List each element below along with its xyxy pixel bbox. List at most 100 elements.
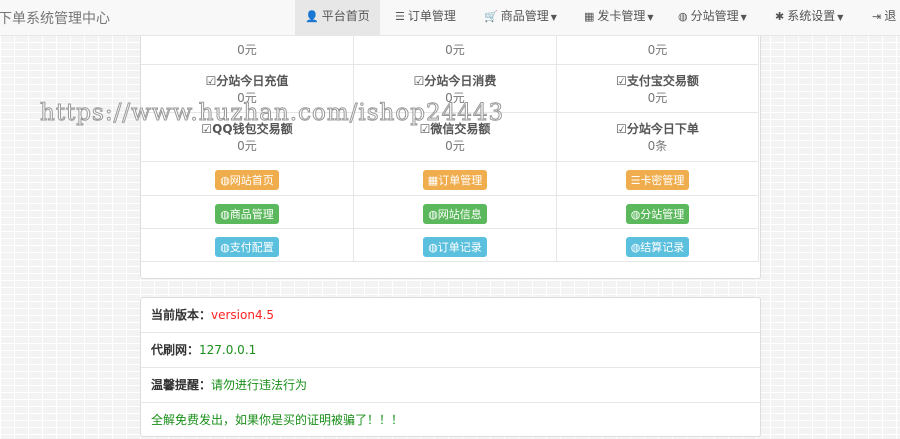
nav-label: 商品管理 (500, 9, 549, 23)
link-label: 分站管理 (640, 208, 685, 221)
stat-cell: ☑支付宝交易额 0元 (557, 65, 759, 113)
link-label: 结算记录 (640, 241, 685, 254)
check-square-icon: ☑ (413, 74, 425, 88)
link-cell: ◍商品管理 (141, 196, 354, 229)
link-button[interactable]: ◍商品管理 (215, 204, 279, 224)
link-label: 订单管理 (438, 174, 483, 187)
nav-item-4[interactable]: ◍ 分站管理 ▼ (668, 0, 757, 35)
top-navbar: 下单系统管理中心 👤 平台首页 ☰ 订单管理 🛒 商品管理 ▼ ▦ 发卡管理 ▼ ◍ 分站管理 ▼ ✱ 系统… (0, 0, 900, 36)
stats-panel: 0元 0元 0元 ☑分站今日充值 0元 ☑分站今日消费 0元 ☑支付宝交易额 0元 ☑QQ钱包交易… (140, 20, 761, 279)
nav-label: 系统设置 (787, 9, 836, 23)
link-button[interactable]: ◍支付配置 (215, 237, 279, 257)
stat-label: 分站今日充值 (216, 74, 289, 88)
user-icon: 👤 (305, 10, 319, 23)
link-cell: ◍网站信息 (354, 196, 557, 229)
stat-label: 分站今日消费 (424, 74, 497, 88)
stat-cell: ☑分站今日下单 0条 (557, 113, 759, 162)
link-label: 支付配置 (229, 241, 274, 254)
link-button[interactable]: ▦订单管理 (422, 170, 488, 190)
stat-cell: ☑QQ钱包交易额 0元 (141, 113, 354, 162)
link-button[interactable]: ◍订单记录 (423, 237, 487, 257)
link-label: 商品管理 (229, 208, 274, 221)
stat-value: 0元 (647, 91, 668, 105)
cog-icon: ✱ (775, 10, 785, 23)
caret-down-icon: ▼ (740, 13, 747, 22)
stat-label: 微信交易额 (430, 122, 491, 136)
stat-cell: 0元 (557, 36, 759, 65)
globe-icon: ◍ (428, 208, 438, 221)
link-cell: ☰卡密管理 (557, 162, 759, 196)
globe-icon: ◍ (220, 208, 230, 221)
link-cell: ◍网站首页 (141, 162, 354, 196)
tip-row: 温馨提醒：请勿进行违法行为 (141, 368, 760, 403)
list-icon: ☰ (395, 10, 405, 23)
stat-value: 0元 (647, 43, 668, 57)
tip-label: 温馨提醒： (151, 378, 212, 392)
stat-cell: ☑分站今日充值 0元 (141, 65, 354, 113)
check-square-icon: ☑ (616, 122, 627, 136)
tip-value: 请勿进行违法行为 (211, 378, 308, 392)
version-label: 当前版本： (151, 308, 212, 322)
stat-label: 分站今日下单 (626, 122, 699, 136)
nav-item-5[interactable]: ✱ 系统设置 ▼ (765, 0, 853, 35)
nav-item-6[interactable]: ⇥ 退 (862, 0, 900, 35)
version-value: version4.5 (211, 308, 275, 322)
globe-icon: ◍ (428, 241, 438, 254)
link-label: 订单记录 (437, 241, 482, 254)
logout-icon: ⇥ (872, 10, 882, 23)
cart-icon: 🛒 (484, 10, 498, 23)
nav-item-0[interactable]: 👤 平台首页 (295, 0, 380, 35)
link-button[interactable]: ◍网站信息 (423, 204, 487, 224)
stat-cell: 0元 (141, 36, 354, 65)
nav-item-3[interactable]: ▦ 发卡管理 ▼ (574, 0, 664, 35)
brand-title[interactable]: 下单系统管理中心 (0, 8, 110, 28)
link-button[interactable]: ◍分站管理 (625, 204, 690, 224)
caret-down-icon: ▼ (837, 13, 844, 22)
check-square-icon: ☑ (201, 122, 213, 136)
site-row: 代刷网：127.0.0.1 (141, 333, 760, 368)
list-icon: ☰ (630, 174, 641, 187)
site-value: 127.0.0.1 (199, 343, 257, 357)
link-cell: ◍分站管理 (557, 196, 759, 229)
stat-cell: ☑分站今日消费 0元 (354, 65, 557, 113)
stat-value: 0条 (647, 139, 668, 153)
stat-cell: 0元 (354, 36, 557, 65)
link-button[interactable]: ◍结算记录 (625, 237, 690, 257)
check-square-icon: ☑ (616, 74, 627, 88)
nav-label: 发卡管理 (597, 9, 646, 23)
link-label: 网站首页 (229, 174, 274, 187)
link-cell: ◍订单记录 (354, 229, 557, 262)
version-row: 当前版本：version4.5 (141, 298, 760, 333)
globe-icon: ◍ (630, 241, 641, 254)
link-label: 卡密管理 (640, 174, 685, 187)
stat-value: 0元 (237, 43, 257, 57)
nav-label: 退 (884, 9, 897, 23)
stat-cell: ☑微信交易额 0元 (354, 113, 557, 162)
link-cell: ◍结算记录 (557, 229, 759, 262)
nav-label: 平台首页 (321, 9, 370, 23)
stat-label: QQ钱包交易额 (212, 122, 293, 136)
link-cell: ▦订单管理 (354, 162, 557, 196)
calendar-icon: ▦ (427, 174, 439, 187)
globe-icon: ◍ (220, 174, 230, 187)
globe-icon: ◍ (220, 241, 230, 254)
nav-item-1[interactable]: ☰ 订单管理 (385, 0, 466, 35)
caret-down-icon: ▼ (550, 13, 557, 22)
info-panel: 当前版本：version4.5 代刷网：127.0.0.1 温馨提醒：请勿进行违… (140, 297, 761, 437)
nav-label: 分站管理 (690, 9, 739, 23)
check-square-icon: ☑ (205, 74, 217, 88)
link-label: 网站信息 (437, 208, 482, 221)
check-square-icon: ☑ (419, 122, 431, 136)
stat-value: 0元 (445, 139, 465, 153)
nav-label: 订单管理 (407, 9, 456, 23)
stat-label: 支付宝交易额 (626, 74, 699, 88)
site-label: 代刷网： (151, 343, 200, 357)
globe-icon: ◍ (630, 208, 641, 221)
nav-item-2[interactable]: 🛒 商品管理 ▼ (474, 0, 567, 35)
link-button[interactable]: ☰卡密管理 (625, 170, 690, 190)
stat-value: 0元 (445, 91, 465, 105)
stat-value: 0元 (237, 91, 257, 105)
caret-down-icon: ▼ (647, 13, 654, 22)
stat-value: 0元 (445, 43, 465, 57)
link-button[interactable]: ◍网站首页 (215, 170, 279, 190)
